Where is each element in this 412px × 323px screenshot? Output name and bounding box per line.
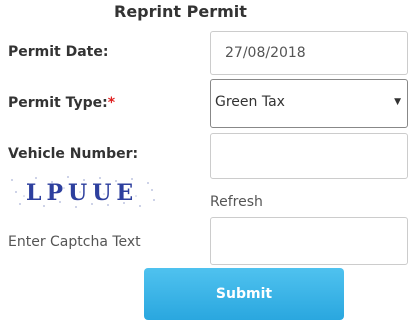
submit-button[interactable]: Submit (144, 268, 344, 320)
permit-type-label: Permit Type:* (8, 95, 116, 111)
vehicle-number-label: Vehicle Number: (8, 146, 139, 162)
chevron-down-icon: ▼ (394, 97, 401, 107)
reprint-permit-form: Reprint Permit Permit Date: Permit Type:… (0, 0, 412, 323)
captcha-text: LPUUE (26, 180, 138, 206)
form-title: Reprint Permit (114, 2, 247, 21)
captcha-image: LPUUE (8, 174, 158, 210)
captcha-input[interactable] (210, 217, 408, 265)
permit-type-select[interactable]: Green Tax ▼ (210, 79, 408, 128)
captcha-input-label: Enter Captcha Text (8, 234, 141, 250)
permit-date-input[interactable] (210, 31, 408, 75)
captcha-refresh-link[interactable]: Refresh (210, 194, 263, 210)
permit-date-label: Permit Date: (8, 44, 109, 60)
permit-type-selected-value: Green Tax (215, 94, 285, 110)
required-asterisk: * (107, 95, 116, 111)
vehicle-number-input[interactable] (210, 133, 408, 179)
